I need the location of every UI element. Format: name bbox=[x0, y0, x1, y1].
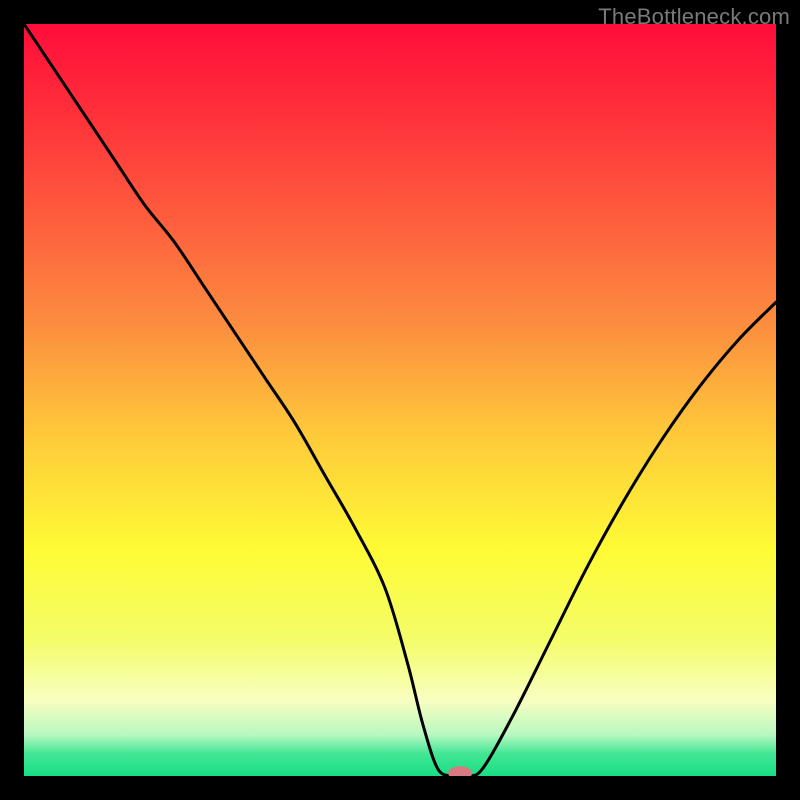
watermark-text: TheBottleneck.com bbox=[598, 4, 790, 30]
gradient-background bbox=[24, 24, 776, 776]
bottleneck-chart-svg bbox=[24, 24, 776, 776]
chart-frame: TheBottleneck.com bbox=[0, 0, 800, 800]
plot-area bbox=[24, 24, 776, 776]
